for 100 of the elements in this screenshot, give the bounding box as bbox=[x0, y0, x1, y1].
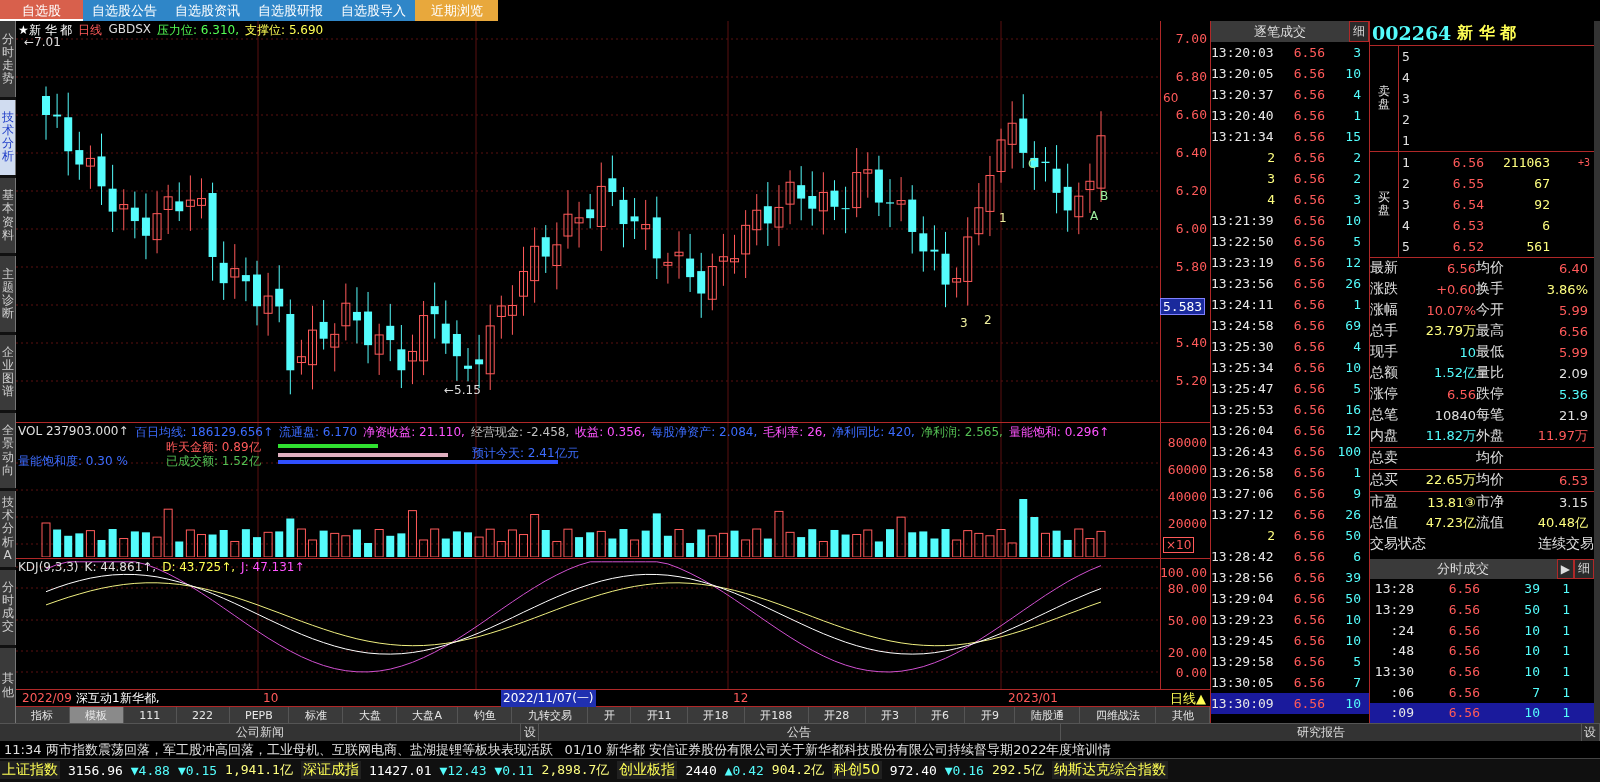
tick-row[interactable]: 13:25:47 6.56 5 bbox=[1211, 378, 1369, 400]
tick-row[interactable]: 13:20:40 6.56 1 bbox=[1211, 105, 1369, 127]
tick-row[interactable]: 13:20:37 6.56 4 bbox=[1211, 84, 1369, 106]
trade-count: 1 bbox=[1561, 705, 1570, 721]
tick-row[interactable]: 13:29:04 6.56 50 bbox=[1211, 588, 1369, 610]
minute-trade-row[interactable]: :06 6.56 7 1 bbox=[1370, 681, 1594, 703]
formula-tab[interactable]: 大盘 bbox=[343, 707, 397, 724]
tick-row[interactable]: 13:29:45 6.56 10 bbox=[1211, 630, 1369, 652]
minute-trade-row[interactable]: :24 6.56 10 1 bbox=[1370, 619, 1594, 641]
tick-row[interactable]: 13:29:23 6.56 10 bbox=[1211, 609, 1369, 631]
tick-row[interactable]: 13:24:58 6.56 69 bbox=[1211, 315, 1369, 337]
tick-row[interactable]: 13:25:53 6.56 16 bbox=[1211, 399, 1369, 421]
tick-row[interactable]: 2 6.56 2 bbox=[1211, 147, 1369, 169]
minute-trade-row[interactable]: 13:29 6.56 50 1 bbox=[1370, 599, 1594, 620]
formula-tab[interactable]: 陆股通 bbox=[1015, 707, 1081, 724]
news-tab[interactable]: 公司新闻 bbox=[0, 724, 522, 742]
tick-row[interactable]: 13:27:06 6.56 9 bbox=[1211, 483, 1369, 505]
tick-row[interactable]: 13:20:03 6.56 3 bbox=[1211, 42, 1369, 64]
tick-row[interactable]: 3 6.56 2 bbox=[1211, 168, 1369, 190]
formula-tab[interactable]: 开11 bbox=[631, 707, 688, 724]
tick-row[interactable]: 4 6.56 3 bbox=[1211, 189, 1369, 211]
bid-price: 6.56 bbox=[1451, 154, 1484, 170]
formula-tab[interactable]: PEPB bbox=[229, 707, 290, 724]
formula-tab[interactable]: 九转交易 bbox=[512, 707, 589, 724]
formula-tab[interactable]: 111 bbox=[123, 707, 177, 724]
news-link[interactable]: 11:34 两市指数震荡回落，军工股冲高回落，工业母机、互联网电商、盐湖提锂等板块表现活跃 bbox=[4, 741, 553, 758]
tick-row[interactable]: 13:26:58 6.56 1 bbox=[1211, 462, 1369, 484]
top-tab[interactable]: 自选股研报 bbox=[249, 0, 332, 22]
minute-trade-row[interactable]: 13:30 6.56 10 1 bbox=[1370, 661, 1594, 682]
tick-volume: 7 bbox=[1352, 675, 1361, 691]
news-tab[interactable]: 研究报告 bbox=[1060, 724, 1582, 742]
bid-rank: 4 bbox=[1402, 217, 1411, 233]
wave-label: 3 bbox=[960, 316, 968, 331]
index-name[interactable]: 深证成指 bbox=[300, 761, 361, 780]
tick-price: 6.56 bbox=[1292, 318, 1325, 334]
index-name[interactable]: 上证指数 bbox=[0, 761, 60, 780]
tick-row[interactable]: 13:25:34 6.56 10 bbox=[1211, 357, 1369, 379]
formula-tab[interactable]: 开6 bbox=[915, 707, 966, 724]
side-tab[interactable]: 其他 bbox=[0, 647, 16, 724]
formula-tab[interactable]: 开9 bbox=[965, 707, 1016, 724]
minute-trade-row[interactable]: :48 6.56 10 1 bbox=[1370, 640, 1594, 662]
tick-row[interactable]: 13:21:34 6.56 15 bbox=[1211, 126, 1369, 148]
side-tab[interactable]: 分时成交 bbox=[0, 569, 16, 645]
tick-row[interactable]: 13:28:42 6.56 6 bbox=[1211, 546, 1369, 568]
formula-tab[interactable]: 四维战法 bbox=[1080, 707, 1157, 724]
news-tab[interactable]: 公告 bbox=[539, 724, 1061, 742]
tick-row[interactable]: 13:23:19 6.56 12 bbox=[1211, 252, 1369, 274]
formula-tab[interactable]: 指标 bbox=[16, 707, 70, 724]
side-tab[interactable]: 主题诊断 bbox=[0, 256, 16, 332]
top-tab[interactable]: 自选股导入 bbox=[332, 0, 415, 22]
side-tab[interactable]: 技术分析A bbox=[0, 491, 16, 567]
bid-price: 6.54 bbox=[1451, 196, 1484, 212]
formula-tab[interactable]: 开188 bbox=[744, 707, 809, 724]
formula-tab[interactable]: 标准 bbox=[289, 707, 344, 724]
formula-tab[interactable]: 开 bbox=[588, 707, 632, 724]
minute-trade-row[interactable]: 13:28 6.56 39 1 bbox=[1370, 578, 1594, 600]
settings-button[interactable]: 设 bbox=[521, 724, 540, 742]
tick-row[interactable]: 13:28:56 6.56 39 bbox=[1211, 567, 1369, 589]
index-amount: 2,898.7亿 bbox=[541, 761, 610, 780]
tick-row[interactable]: 13:25:30 6.56 4 bbox=[1211, 336, 1369, 358]
formula-tab[interactable]: 开3 bbox=[865, 707, 916, 724]
formula-tab[interactable]: 大盘A bbox=[397, 707, 459, 724]
minute-trade-row[interactable]: :09 6.56 10 1 bbox=[1370, 702, 1594, 724]
tick-row[interactable]: 13:20:05 6.56 10 bbox=[1211, 63, 1369, 85]
detail-button[interactable]: 细 bbox=[1349, 21, 1369, 43]
top-tab[interactable]: 自选股公告 bbox=[83, 0, 166, 22]
formula-tab[interactable]: 钓鱼 bbox=[458, 707, 513, 724]
tick-row[interactable]: 13:24:11 6.56 1 bbox=[1211, 294, 1369, 316]
index-name[interactable]: 科创50 bbox=[832, 761, 882, 780]
tick-row[interactable]: 13:21:39 6.56 10 bbox=[1211, 210, 1369, 232]
tick-row[interactable]: 13:26:04 6.56 12 bbox=[1211, 420, 1369, 442]
trade-count: 1 bbox=[1561, 643, 1570, 659]
index-name[interactable]: 创业板指 bbox=[617, 761, 678, 780]
tick-row[interactable]: 13:26:43 6.56 100 bbox=[1211, 441, 1369, 463]
expand-button[interactable]: ▶ bbox=[1556, 558, 1574, 579]
side-tab[interactable]: 企业图谱 bbox=[0, 334, 16, 410]
tick-row[interactable]: 13:23:56 6.56 26 bbox=[1211, 273, 1369, 295]
tick-time: 2 bbox=[1266, 528, 1275, 544]
formula-tab[interactable]: 开18 bbox=[688, 707, 745, 724]
tick-row[interactable]: 13:30:05 6.56 7 bbox=[1211, 672, 1369, 694]
tick-row[interactable]: 2 6.56 50 bbox=[1211, 525, 1369, 547]
top-tab[interactable]: 自选股资讯 bbox=[166, 0, 249, 22]
side-tab[interactable]: 全景动向 bbox=[0, 412, 16, 489]
index-name[interactable]: 纳斯达克综合指数 bbox=[1052, 761, 1169, 780]
formula-tab[interactable]: 222 bbox=[176, 707, 230, 724]
formula-tab[interactable]: 其他 bbox=[1156, 707, 1210, 724]
tick-price: 6.56 bbox=[1292, 234, 1325, 250]
news-link[interactable]: 01/10 新华都 安信证券股份有限公司关于新华都科技股份有限公司持续督导期2022年度培训情 bbox=[564, 741, 1112, 758]
side-tab[interactable]: 分时走势 bbox=[0, 21, 16, 97]
tick-row[interactable]: 13:27:12 6.56 26 bbox=[1211, 504, 1369, 526]
top-tab[interactable]: 自选股 bbox=[0, 0, 83, 22]
tick-row[interactable]: 13:30:09 6.56 10 bbox=[1211, 693, 1369, 715]
detail-button[interactable]: 细 bbox=[1574, 558, 1594, 579]
formula-tab[interactable]: 开28 bbox=[808, 707, 866, 724]
tick-row[interactable]: 13:22:50 6.56 5 bbox=[1211, 231, 1369, 253]
side-tab[interactable]: 技术分析 bbox=[0, 99, 16, 175]
tick-row[interactable]: 13:29:58 6.56 5 bbox=[1211, 651, 1369, 673]
side-tab[interactable]: 基本资料 bbox=[0, 177, 16, 254]
tick-price: 6.56 bbox=[1292, 423, 1325, 439]
tick-volume: 4 bbox=[1352, 339, 1361, 355]
